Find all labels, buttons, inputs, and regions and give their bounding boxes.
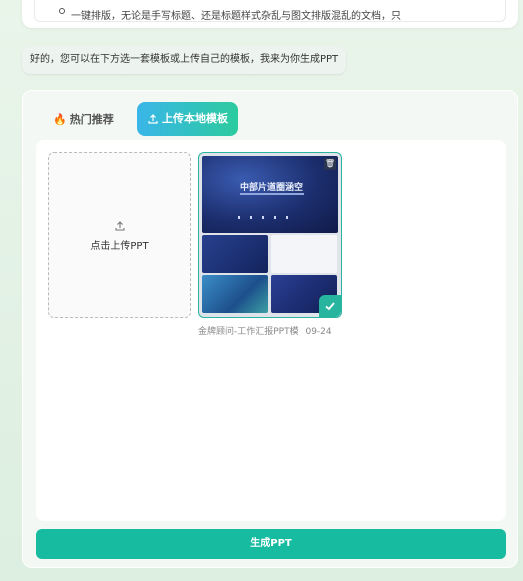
fire-icon: 🔥 xyxy=(53,113,67,126)
previous-message-card: 一键排版，无论是手写标题、还是标题样式杂乱与图文排版混乱的文档，只 xyxy=(22,0,518,28)
slide-preview-dots xyxy=(238,216,298,219)
upload-icon xyxy=(114,220,125,231)
slide-preview-mini xyxy=(271,235,337,273)
upload-ppt-dropzone[interactable]: 点击上传PPT xyxy=(48,152,191,318)
template-panel: 🔥 热门推荐 上传本地模板 点击上传PPT 中部片道圈涵空 🗑 金牌顾问-工作汇… xyxy=(22,90,518,568)
bullet-icon xyxy=(59,8,65,14)
slide-preview-subtitle-line xyxy=(240,193,304,195)
assistant-reply-bubble: 好的，您可以在下方选一套模板或上传自己的模板，我来为你生成PPT xyxy=(22,46,347,74)
template-date: 09-24 xyxy=(305,327,332,337)
slide-preview-mini xyxy=(202,275,268,313)
selected-check-icon xyxy=(319,295,341,317)
slide-preview-mini xyxy=(202,235,268,273)
template-name: 金牌顾问-工作汇报PPT模 xyxy=(198,327,299,337)
tab-hot-recommend[interactable]: 🔥 热门推荐 xyxy=(43,103,124,137)
previous-message-box: 一键排版，无论是手写标题、还是标题样式杂乱与图文排版混乱的文档，只 xyxy=(34,0,506,22)
tab-hot-label: 热门推荐 xyxy=(69,113,114,126)
previous-message-text: 一键排版，无论是手写标题、还是标题样式杂乱与图文排版混乱的文档，只 xyxy=(71,11,401,22)
tab-upload-label: 上传本地模板 xyxy=(162,112,228,125)
generate-ppt-button[interactable]: 生成PPT xyxy=(36,529,506,559)
upload-icon xyxy=(148,114,158,124)
template-thumbnail[interactable]: 中部片道圈涵空 🗑 xyxy=(198,152,342,318)
tab-upload-template[interactable]: 上传本地模板 xyxy=(137,102,238,136)
template-content-area: 点击上传PPT 中部片道圈涵空 🗑 金牌顾问-工作汇报PPT模 09-24 xyxy=(36,140,506,521)
upload-label: 点击上传PPT xyxy=(90,240,149,252)
slide-preview-title: 中部片道圈涵空 xyxy=(240,183,304,193)
template-caption: 金牌顾问-工作汇报PPT模 09-24 xyxy=(198,324,348,337)
delete-template-icon[interactable]: 🗑 xyxy=(324,158,336,170)
slide-preview-main: 中部片道圈涵空 xyxy=(202,156,338,233)
